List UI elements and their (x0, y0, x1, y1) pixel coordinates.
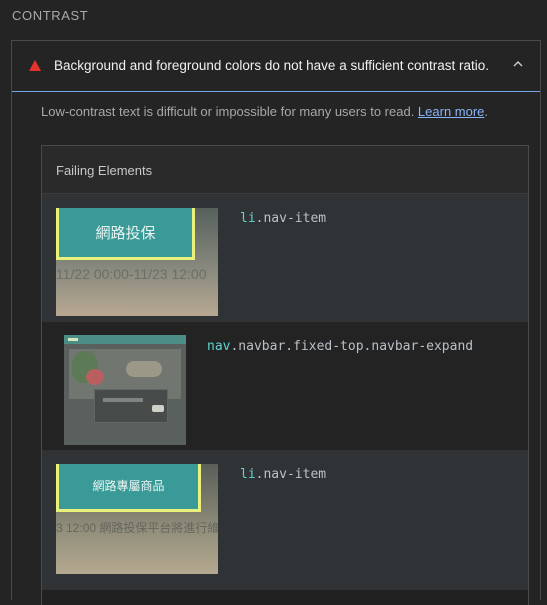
description-text: Low-contrast text is difficult or imposs… (41, 104, 418, 119)
element-screenshot-thumbnail[interactable]: 網路投保 11/22 00:00-11/23 12:00 (56, 208, 218, 316)
audit-title[interactable]: Background and foreground colors do not … (54, 58, 489, 73)
contrast-audit: Background and foreground colors do not … (11, 40, 541, 605)
failing-elements-table: Failing Elements 網路投保 11/22 00:00-11/23 … (41, 145, 529, 605)
node-classes: .navbar.fixed-top.navbar-expand (230, 339, 474, 354)
thumbnail-highlighted-button: 網路投保 (56, 208, 195, 260)
chevron-up-icon[interactable] (511, 57, 525, 71)
element-screenshot-thumbnail[interactable]: 網路專屬商品 3 12:00 網路投保平台將進行維 (56, 464, 218, 574)
thumbnail-badge (152, 405, 164, 412)
table-row[interactable]: 網路投保 11/22 00:00-11/23 12:00 li.nav-item (42, 194, 528, 322)
thumbnail-logo (126, 361, 162, 377)
node-classes: .nav-item (255, 211, 327, 226)
thumbnail-highlighted-button: 網路專屬商品 (56, 464, 201, 512)
description-suffix: . (484, 104, 489, 119)
node-selector[interactable]: li.nav-item (240, 467, 326, 482)
thumbnail-navbar (64, 335, 186, 344)
thumbnail-text: 11/22 00:00-11/23 12:00 (56, 266, 207, 282)
audit-description: Low-contrast text is difficult or imposs… (41, 104, 488, 119)
warning-triangle-icon (29, 60, 41, 71)
node-selector[interactable]: nav.navbar.fixed-top.navbar-expand (207, 339, 473, 354)
node-tag: li (240, 467, 256, 482)
audit-header[interactable]: Background and foreground colors do not … (12, 41, 540, 92)
learn-more-link[interactable]: Learn more (418, 104, 484, 119)
thumbnail-text: 3 12:00 網路投保平台將進行維 (56, 521, 218, 535)
section-title: CONTRAST (12, 8, 89, 23)
heart-image (86, 369, 104, 385)
table-row[interactable]: 網路專屬商品 3 12:00 網路投保平台將進行維 li.nav-item (42, 450, 528, 590)
node-tag: li (240, 211, 256, 226)
table-header-label: Failing Elements (56, 163, 153, 178)
table-header: Failing Elements (42, 146, 528, 194)
table-row[interactable]: nav.navbar.fixed-top.navbar-expand (42, 322, 528, 450)
node-tag: nav (207, 339, 231, 354)
node-selector[interactable]: li.nav-item (240, 211, 326, 226)
node-classes: .nav-item (255, 467, 327, 482)
element-screenshot-thumbnail[interactable] (64, 335, 186, 445)
